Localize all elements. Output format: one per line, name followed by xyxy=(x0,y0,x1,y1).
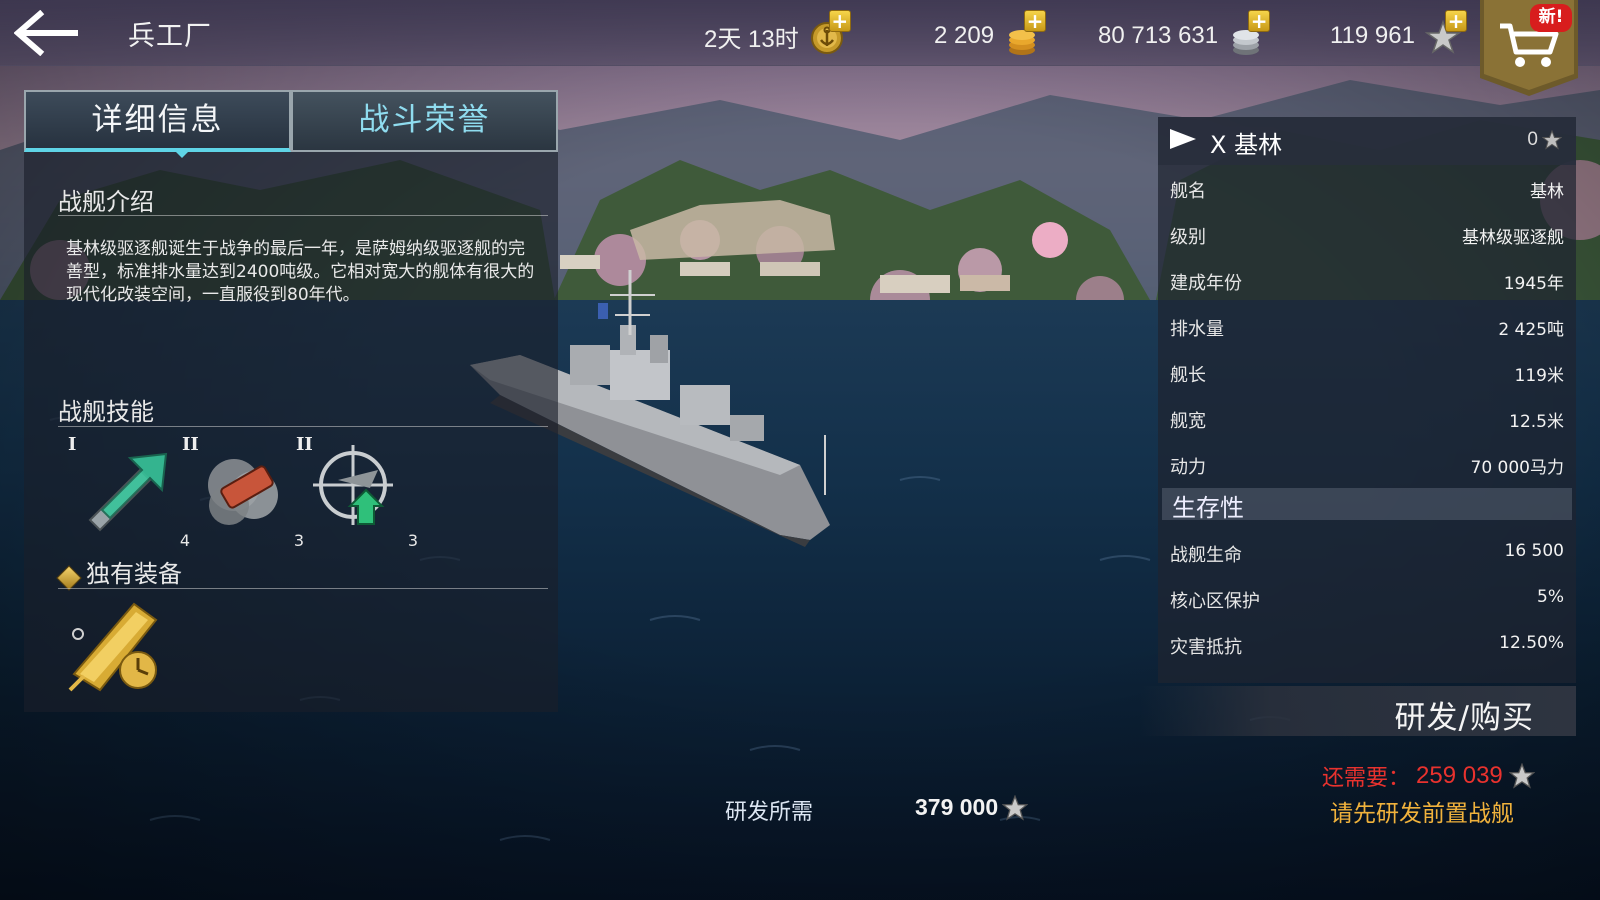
divider xyxy=(58,426,548,427)
equipment-diamond-icon xyxy=(56,565,82,591)
skill-slot-3[interactable]: II 3 xyxy=(296,434,418,550)
ship-details-panel: 详细信息 战斗荣誉 战舰介绍 基林级驱逐舰诞生于战争的最后一年，是萨姆纳级驱逐舰… xyxy=(24,90,558,712)
star-icon xyxy=(1002,794,1029,821)
intro-text: 基林级驱逐舰诞生于战争的最后一年，是萨姆纳级驱逐舰的完善型，标准排水量达到240… xyxy=(66,239,535,305)
skill-tier: I xyxy=(68,434,77,455)
skill-slot-2[interactable]: II 3 xyxy=(182,434,304,550)
stat-value: 119米 xyxy=(1514,366,1564,386)
ship-title: X 基林 xyxy=(1210,125,1282,160)
skills-title: 战舰技能 xyxy=(58,398,154,426)
gold-coins-icon: + xyxy=(1004,10,1047,56)
detail-tabs: 详细信息 战斗荣誉 xyxy=(24,90,558,152)
stat-row: 建成年份 1945年 xyxy=(1158,259,1576,305)
stat-row: 级别 基林级驱逐舰 xyxy=(1158,213,1576,259)
event-timer-value: 2天 13时 xyxy=(704,25,799,53)
gold-balance-value: 2 209 xyxy=(934,22,995,49)
page-title: 兵工厂 xyxy=(128,21,212,52)
equipment-title: 独有装备 xyxy=(86,560,182,588)
stat-value: 5% xyxy=(1537,587,1564,607)
silver-balance: 80 713 631 + xyxy=(1098,10,1271,55)
skill-tier: II xyxy=(296,434,313,455)
tab-battle-honors[interactable]: 战斗荣誉 xyxy=(291,90,558,152)
points-needed-value: 259 039 xyxy=(1416,762,1503,789)
new-badge: 新! xyxy=(1530,4,1572,32)
unique-equipment-slot[interactable] xyxy=(64,594,174,694)
smoke-canister-icon xyxy=(208,459,278,525)
stat-row: 核心区保护 5% xyxy=(1158,577,1576,623)
tab-details[interactable]: 详细信息 xyxy=(24,90,291,152)
star-points-balance: 119 961 + xyxy=(1330,10,1467,54)
points-needed-label: 还需要： xyxy=(1322,766,1411,791)
stat-row: 舰名 基林 xyxy=(1158,167,1576,213)
golden-torpedo-reload-icon xyxy=(68,602,158,692)
stat-label: 级别 xyxy=(1170,227,1206,248)
intro-title: 战舰介绍 xyxy=(58,188,154,216)
add-gold-button[interactable]: + xyxy=(1024,10,1047,32)
silver-coins-icon: + xyxy=(1228,10,1271,56)
divider xyxy=(58,588,548,589)
stat-label: 核心区保护 xyxy=(1170,591,1260,612)
stat-label: 动力 xyxy=(1170,457,1206,478)
event-timer: 2天 13时 + xyxy=(704,10,851,54)
star-icon: + xyxy=(1424,10,1467,56)
prerequisite-notice: 请先研发前置战舰 xyxy=(1330,801,1514,827)
survival-title: 生存性 xyxy=(1172,494,1244,522)
anchor-medal-icon: + xyxy=(809,10,851,56)
stat-value: 70 000马力 xyxy=(1470,458,1564,478)
ship-name: 基林 xyxy=(1234,131,1283,159)
star-icon xyxy=(1542,130,1562,150)
stat-row: 舰宽 12.5米 xyxy=(1158,397,1576,443)
stat-value: 基林 xyxy=(1530,182,1564,202)
back-button[interactable] xyxy=(13,9,84,57)
research-cost-label: 研发所需 xyxy=(725,800,814,825)
skill-level: 4 xyxy=(179,531,190,550)
add-event-button[interactable]: + xyxy=(828,10,851,32)
stat-label: 舰长 xyxy=(1170,365,1206,386)
anti-air-target-boost-icon xyxy=(313,445,393,525)
stat-row: 战舰生命 16 500 xyxy=(1158,531,1576,577)
stat-row: 排水量 2 425吨 xyxy=(1158,305,1576,351)
silver-balance-value: 80 713 631 xyxy=(1098,22,1219,49)
stat-value: 16 500 xyxy=(1504,541,1564,561)
research-buy-label: 研发/购买 xyxy=(1394,700,1534,736)
stat-label: 舰名 xyxy=(1170,181,1206,202)
nation-flag-icon xyxy=(1170,129,1196,149)
skill-tier: II xyxy=(182,434,199,455)
add-silver-button[interactable]: + xyxy=(1248,10,1271,32)
star-points-value: 119 961 xyxy=(1330,22,1415,49)
research-buy-button[interactable]: 研发/购买 xyxy=(1140,686,1576,736)
stat-label: 灾害抵抗 xyxy=(1170,637,1242,658)
ship-speed-boost-icon xyxy=(88,452,168,532)
divider xyxy=(58,215,548,216)
stat-value: 12.50% xyxy=(1499,633,1564,653)
star-count: 0 xyxy=(1527,129,1538,150)
research-cost-value: 379 000 xyxy=(915,794,999,820)
stat-row: 灾害抵抗 12.50% xyxy=(1158,623,1576,669)
ship-star-rating: 0 xyxy=(1527,129,1562,151)
active-tab-indicator xyxy=(174,150,190,158)
add-star-points-button[interactable]: + xyxy=(1444,10,1467,32)
skill-slot-1[interactable]: I 4 xyxy=(68,434,190,550)
ship-header: X 基林 0 xyxy=(1158,117,1576,165)
stat-label: 排水量 xyxy=(1170,319,1224,340)
skill-level: 3 xyxy=(293,531,304,550)
star-icon xyxy=(1508,763,1535,789)
stat-value: 2 425吨 xyxy=(1498,320,1564,340)
survival-section-header: 生存性 xyxy=(1162,488,1572,522)
stat-value: 基林级驱逐舰 xyxy=(1462,228,1564,248)
points-needed: 还需要： 259 039 xyxy=(1322,760,1535,792)
stat-row: 动力 70 000马力 xyxy=(1158,443,1576,489)
ship-tier: X xyxy=(1210,131,1227,159)
stat-row: 舰长 119米 xyxy=(1158,351,1576,397)
back-arrow-icon xyxy=(13,9,78,57)
stat-value: 1945年 xyxy=(1503,274,1564,294)
stat-label: 建成年份 xyxy=(1170,273,1242,294)
stat-label: 战舰生命 xyxy=(1170,545,1242,566)
stat-label: 舰宽 xyxy=(1170,411,1206,432)
skill-level: 3 xyxy=(407,531,418,550)
stat-value: 12.5米 xyxy=(1509,412,1564,432)
research-cost: 379 000 xyxy=(915,794,1029,821)
gold-balance: 2 209 + xyxy=(934,10,1047,55)
ship-stats-panel: X 基林 0 舰名 基林 级别 基林级驱逐舰 建成年份 1945年 排水量 2 … xyxy=(1158,117,1576,683)
